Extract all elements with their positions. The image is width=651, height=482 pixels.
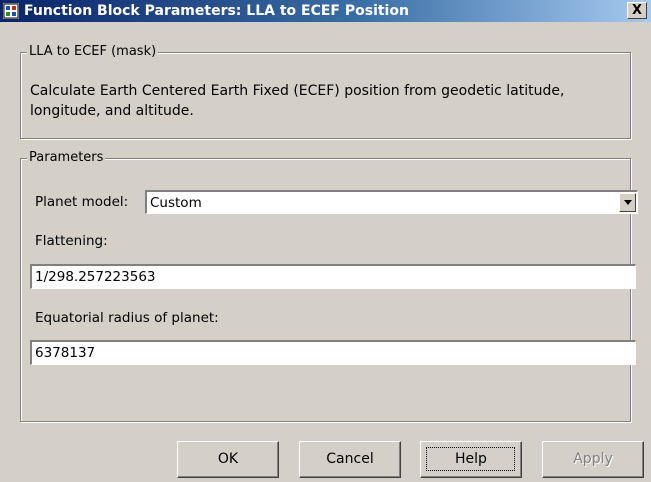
planet-model-dropdown-button[interactable] — [619, 193, 636, 212]
cancel-button-label: Cancel — [326, 451, 374, 467]
parameters-group-label: Parameters — [27, 150, 106, 166]
planet-model-label: Planet model: — [35, 194, 129, 210]
mask-description: Calculate Earth Centered Earth Fixed (EC… — [30, 83, 565, 119]
close-icon: X — [631, 3, 643, 18]
planet-model-value: Custom — [150, 195, 202, 211]
help-button[interactable]: Help — [420, 441, 522, 478]
equatorial-radius-input[interactable] — [30, 340, 636, 365]
simulink-app-icon — [3, 3, 19, 19]
close-button[interactable]: X — [627, 2, 647, 19]
window-title: Function Block Parameters: LLA to ECEF P… — [24, 3, 409, 19]
chevron-down-icon — [624, 200, 632, 205]
ok-button-label: OK — [217, 451, 239, 467]
cancel-button[interactable]: Cancel — [299, 441, 401, 478]
mask-group-label: LLA to ECEF (mask) — [27, 44, 159, 60]
flattening-label: Flattening: — [35, 233, 108, 249]
apply-button-label: Apply — [573, 451, 613, 467]
title-bar: Function Block Parameters: LLA to ECEF P… — [0, 0, 651, 22]
equatorial-radius-label: Equatorial radius of planet: — [35, 310, 219, 326]
help-button-label: Help — [455, 451, 487, 467]
flattening-input[interactable] — [30, 264, 636, 289]
apply-button[interactable]: Apply — [542, 441, 644, 478]
ok-button[interactable]: OK — [177, 441, 279, 478]
planet-model-select[interactable]: Custom — [145, 190, 638, 214]
